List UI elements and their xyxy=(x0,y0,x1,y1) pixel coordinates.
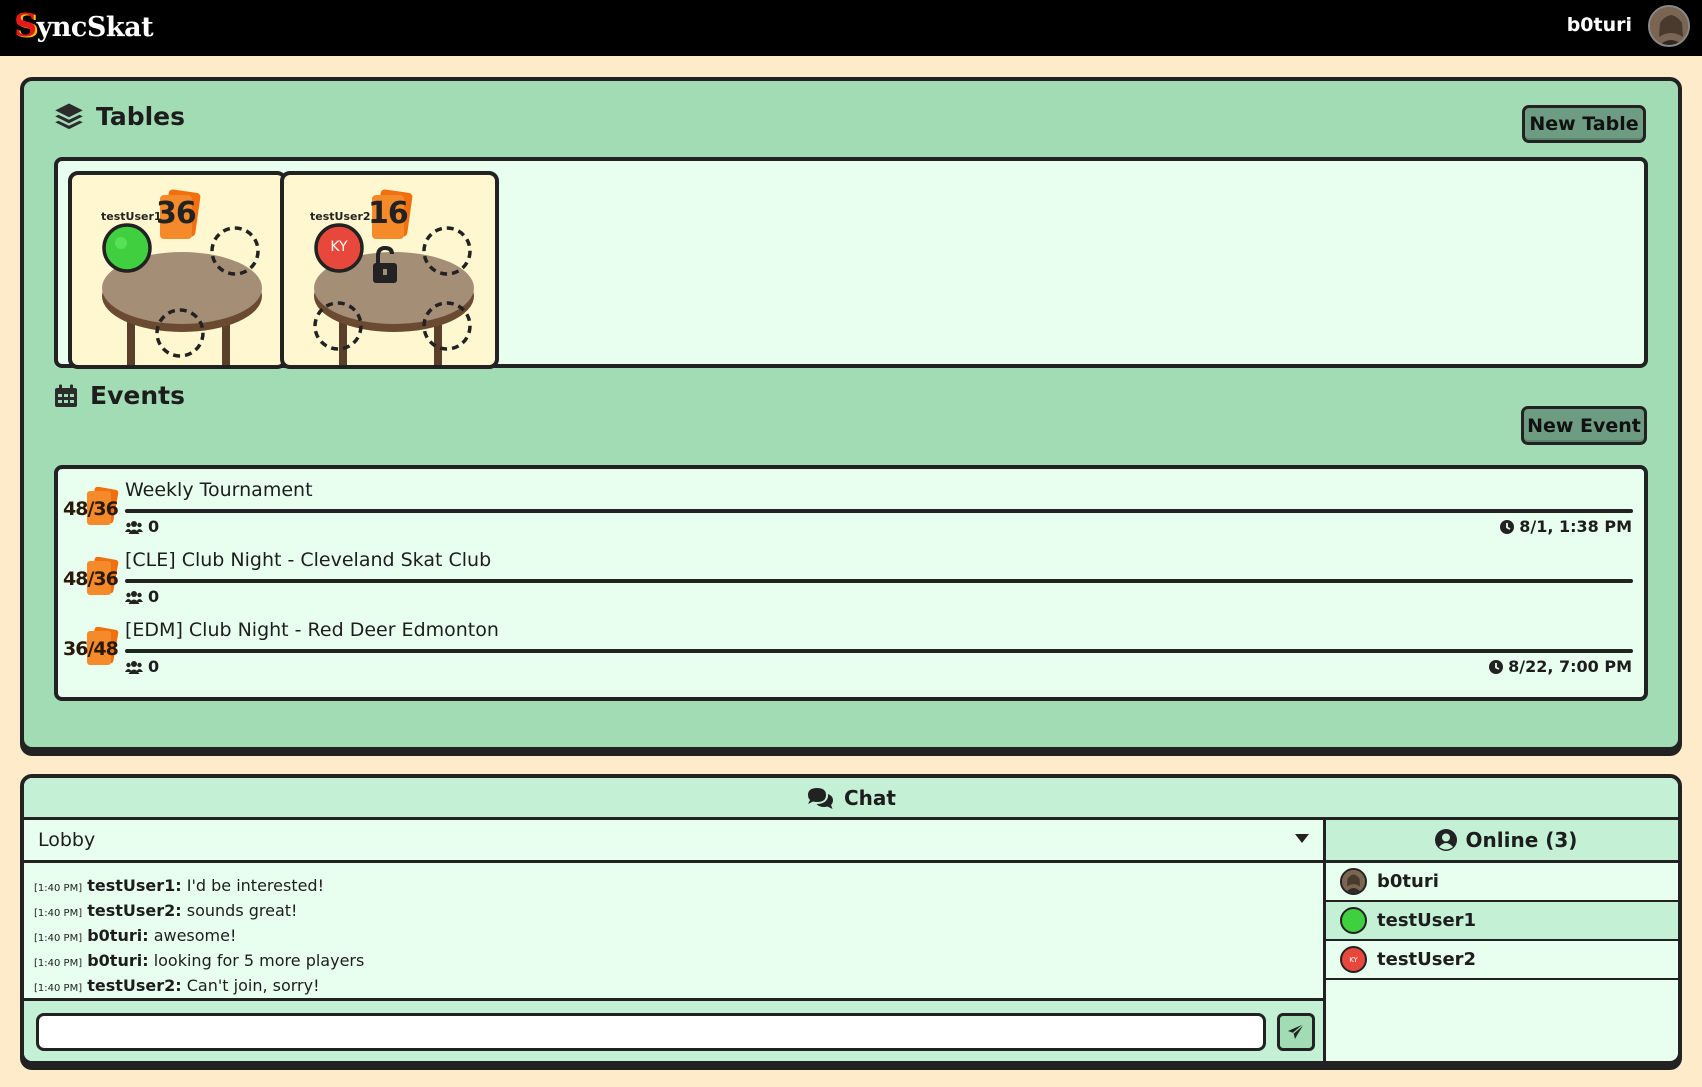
event-row-2[interactable]: 48/36 [CLE] Club Night - Cleveland Skat … xyxy=(58,539,1642,609)
app-logo[interactable]: SyncSkat xyxy=(14,6,154,44)
table-player-name: testUser1 xyxy=(101,210,162,223)
top-bar: SyncSkat b0turi xyxy=(0,0,1702,56)
online-users-title: Online (3) xyxy=(1465,828,1578,852)
table-card-2[interactable]: testUser2 KY 16 xyxy=(280,171,499,369)
player-initials: KY xyxy=(330,239,348,255)
online-user-testuser2[interactable]: KY testUser2 xyxy=(1326,941,1678,980)
table-player-name: testUser2 xyxy=(310,210,371,223)
calendar-icon xyxy=(55,384,77,407)
events-title: Events xyxy=(90,381,185,410)
chat-channel-select[interactable]: Lobby xyxy=(24,820,1326,863)
user-avatar[interactable] xyxy=(1648,5,1690,47)
event-time: 8/1, 1:38 PM xyxy=(1500,517,1632,536)
event-game-badge: 48/36 xyxy=(63,487,123,531)
chat-panel: Chat Lobby [1:40 PM] testUser1: I'd be i… xyxy=(20,774,1682,1065)
tables-list: testUser1 36 testUser2 KY 16 xyxy=(54,157,1648,369)
send-message-button[interactable] xyxy=(1277,1013,1315,1051)
chat-message: [1:40 PM] b0turi: looking for 5 more pla… xyxy=(34,951,365,970)
clock-icon xyxy=(1489,659,1504,674)
paper-plane-icon xyxy=(1288,1023,1305,1039)
event-row-3[interactable]: 36/48 [EDM] Club Night - Red Deer Edmont… xyxy=(58,609,1642,679)
chat-messages: [1:40 PM] testUser1: I'd be interested! … xyxy=(24,863,1326,998)
tables-title: Tables xyxy=(96,101,186,131)
online-user-name: testUser2 xyxy=(1377,949,1477,970)
events-list: 48/36 Weekly Tournament 0 8/1, 1:38 PM 4… xyxy=(54,465,1648,701)
avatar xyxy=(1340,907,1367,934)
avatar: KY xyxy=(1340,946,1367,973)
table-score: 36 xyxy=(156,196,197,231)
event-row-1[interactable]: 48/36 Weekly Tournament 0 8/1, 1:38 PM xyxy=(58,469,1642,539)
event-title[interactable]: [EDM] Club Night - Red Deer Edmonton xyxy=(125,619,499,641)
current-user-name[interactable]: b0turi xyxy=(1567,14,1632,36)
tables-heading: Tables xyxy=(54,101,185,131)
online-users-header: Online (3) xyxy=(1326,820,1678,863)
event-game-badge: 48/36 xyxy=(63,557,123,601)
caret-down-icon xyxy=(1295,834,1309,843)
online-user-b0turi[interactable]: b0turi xyxy=(1326,863,1678,902)
user-circle-icon xyxy=(1434,829,1457,851)
layers-icon xyxy=(55,103,83,130)
chat-message: [1:40 PM] testUser2: sounds great! xyxy=(34,901,298,920)
event-player-count: 0 xyxy=(125,657,159,676)
new-event-button[interactable]: New Event xyxy=(1521,406,1647,445)
online-user-name: b0turi xyxy=(1377,871,1439,892)
comments-icon xyxy=(808,787,833,809)
event-divider xyxy=(125,649,1633,653)
event-title[interactable]: [CLE] Club Night - Cleveland Skat Club xyxy=(125,549,491,571)
chat-title: Chat xyxy=(844,785,896,810)
player-avatar xyxy=(102,223,152,273)
chat-message: [1:40 PM] b0turi: awesome! xyxy=(34,926,237,945)
event-player-count: 0 xyxy=(125,517,159,536)
new-table-button[interactable]: New Table xyxy=(1522,105,1646,143)
chat-message-input[interactable] xyxy=(36,1013,1266,1051)
chat-input-row xyxy=(24,998,1326,1061)
event-player-count: 0 xyxy=(125,587,159,606)
event-title[interactable]: Weekly Tournament xyxy=(125,479,313,501)
users-icon xyxy=(125,520,143,534)
table-score: 16 xyxy=(368,196,409,231)
event-divider xyxy=(125,579,1633,583)
clock-icon xyxy=(1500,519,1515,534)
lobby-panel: Tables New Table testUser1 36 testUser2 … xyxy=(20,77,1682,751)
online-user-testuser1[interactable]: testUser1 xyxy=(1326,902,1678,941)
table-card-1[interactable]: testUser1 36 xyxy=(68,171,287,369)
chat-header: Chat xyxy=(24,778,1678,820)
event-game-badge: 36/48 xyxy=(63,627,123,671)
online-user-name: testUser1 xyxy=(1377,910,1477,931)
event-divider xyxy=(125,509,1633,513)
events-heading: Events xyxy=(54,381,185,410)
chat-message: [1:40 PM] testUser1: I'd be interested! xyxy=(34,876,324,895)
event-time: 8/22, 7:00 PM xyxy=(1489,657,1632,676)
chat-channel-label: Lobby xyxy=(38,829,96,851)
avatar xyxy=(1340,868,1367,895)
users-icon xyxy=(125,590,143,604)
users-icon xyxy=(125,660,143,674)
chat-message: [1:40 PM] testUser2: Can't join, sorry! xyxy=(34,976,320,995)
